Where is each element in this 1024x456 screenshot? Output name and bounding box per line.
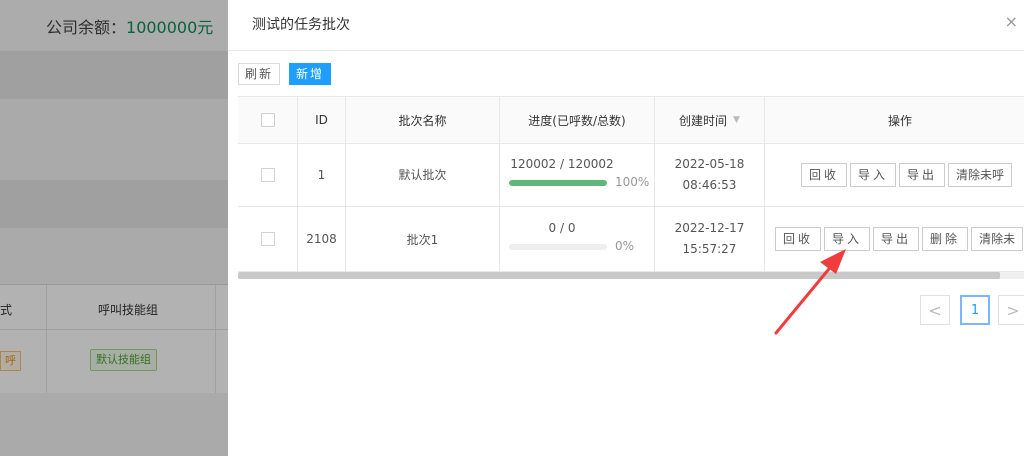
row-checkbox[interactable] bbox=[260, 167, 275, 182]
progress-text: 0 / 0 bbox=[548, 221, 576, 235]
prev-page-button[interactable]: < bbox=[920, 295, 950, 325]
current-page[interactable]: 1 bbox=[960, 295, 990, 325]
recycle-button[interactable]: 回收 bbox=[801, 162, 848, 187]
progress-text: 120002 / 120002 bbox=[510, 156, 614, 171]
import-button[interactable]: 导入 bbox=[824, 227, 871, 251]
progress-fill bbox=[509, 179, 607, 186]
export-button[interactable]: 导出 bbox=[899, 162, 946, 187]
batch-modal: 测试的任务批次 × 刷新 新增 ID 批次名称 进度(已呼数/总数) 创建时间 … bbox=[228, 0, 1024, 456]
cell-id: 1 bbox=[298, 143, 346, 206]
import-button[interactable]: 导入 bbox=[850, 162, 897, 187]
clear-uncalled-button[interactable]: 清除未呼 bbox=[948, 162, 1013, 187]
header-created-label: 创建时间 bbox=[679, 113, 728, 128]
next-page-button[interactable]: > bbox=[998, 295, 1024, 325]
header-created[interactable]: 创建时间 ▼ bbox=[655, 97, 765, 143]
header-name: 批次名称 bbox=[346, 97, 500, 143]
cell-ops: 回收 导入 导出 清除未呼 bbox=[765, 143, 1024, 206]
cell-created: 2022-12-17 15:57:27 bbox=[655, 207, 765, 271]
created-time: 08:46:53 bbox=[682, 177, 737, 192]
progress-bar bbox=[509, 244, 607, 250]
header-ops: 操作 bbox=[887, 113, 912, 128]
horizontal-scrollbar-thumb[interactable] bbox=[238, 272, 1000, 279]
add-button[interactable]: 新增 bbox=[289, 63, 332, 85]
cell-id: 2108 bbox=[298, 207, 346, 271]
close-icon[interactable]: × bbox=[1005, 12, 1018, 31]
header-progress: 进度(已呼数/总数) bbox=[500, 97, 655, 143]
table-row: 2108 批次1 0 / 0 0% 2022-12-17 15:57:27 回收… bbox=[238, 207, 1024, 272]
export-button[interactable]: 导出 bbox=[873, 227, 920, 251]
cell-name: 批次1 bbox=[346, 207, 500, 271]
created-date: 2022-12-17 bbox=[674, 221, 745, 235]
table-row: 1 默认批次 120002 / 120002 100% 2022-05-18 0… bbox=[238, 143, 1024, 207]
cell-created: 2022-05-18 08:46:53 bbox=[655, 143, 765, 206]
table-header-row: ID 批次名称 进度(已呼数/总数) 创建时间 ▼ 操作 bbox=[238, 96, 1024, 144]
recycle-button[interactable]: 回收 bbox=[775, 227, 822, 251]
refresh-button[interactable]: 刷新 bbox=[238, 63, 281, 85]
cell-ops: 回收 导入 导出 删除 清除未 bbox=[765, 207, 1024, 271]
divider bbox=[228, 50, 1024, 51]
created-time: 15:57:27 bbox=[682, 242, 737, 256]
created-date: 2022-05-18 bbox=[674, 156, 745, 171]
select-all-checkbox[interactable] bbox=[260, 113, 275, 127]
header-id: ID bbox=[298, 97, 346, 143]
clear-uncalled-button[interactable]: 清除未 bbox=[971, 227, 1024, 251]
progress-percent: 100% bbox=[615, 174, 650, 189]
sort-down-icon[interactable]: ▼ bbox=[733, 115, 740, 125]
delete-button[interactable]: 删除 bbox=[922, 227, 969, 251]
progress-percent: 0% bbox=[615, 239, 635, 253]
cell-progress: 120002 / 120002 100% bbox=[500, 143, 655, 206]
modal-title: 测试的任务批次 bbox=[252, 17, 350, 33]
cell-progress: 0 / 0 0% bbox=[500, 207, 655, 271]
progress-bar bbox=[509, 179, 607, 186]
row-checkbox[interactable] bbox=[260, 232, 275, 246]
cell-name: 默认批次 bbox=[346, 143, 500, 206]
